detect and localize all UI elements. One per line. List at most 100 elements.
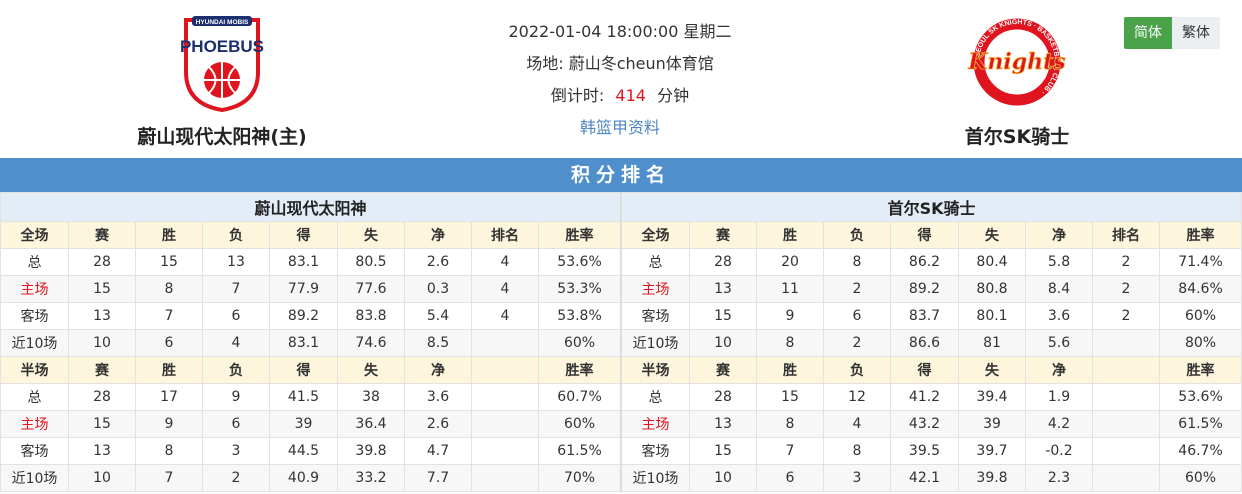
column-header: 净 xyxy=(1025,356,1093,384)
table-row: 客场 13 7 6 89.2 83.8 5.4 4 53.8% xyxy=(0,302,622,330)
table-row: 客场 13 8 3 44.5 39.8 4.7 61.5% xyxy=(0,437,622,465)
row-label: 客场 xyxy=(0,302,69,330)
logo-word: PHOEBUS xyxy=(180,37,264,56)
table-cell: 1.9 xyxy=(1025,383,1093,411)
table-cell: 41.2 xyxy=(890,383,959,411)
table-cell: 39.8 xyxy=(958,464,1026,492)
table-cell: 6 xyxy=(756,464,824,492)
table-team-row: 蔚山现代太阳神 xyxy=(0,192,622,222)
table-cell: 46.7% xyxy=(1158,437,1242,465)
standings-table: 首尔SK骑士 全场赛胜负得失净排名 胜率总 28 20 8 86.2 80.4 5.8 2 71.4… xyxy=(620,192,1242,492)
table-cell: 12 xyxy=(823,383,891,411)
table-cell: 60% xyxy=(537,329,622,357)
table-cell: 15 xyxy=(689,437,757,465)
table-cell: 80.8 xyxy=(958,275,1026,303)
table-row: 近10场 10 6 4 83.1 74.6 8.5 60% xyxy=(0,329,622,357)
table-cell: 8 xyxy=(756,329,824,357)
table-cell: 28 xyxy=(68,383,136,411)
column-header: 胜 xyxy=(135,356,203,384)
table-cell: 4.7 xyxy=(404,437,472,465)
table-cell: 8 xyxy=(135,437,203,465)
row-label: 主场 xyxy=(621,410,690,438)
home-team-name[interactable]: 蔚山现代太阳神(主) xyxy=(92,122,352,149)
home-team-logo[interactable]: HYUNDAI MOBIS PHOEBUS xyxy=(92,12,352,112)
table-row: 总 28 17 9 41.5 38 3.6 60.7% xyxy=(0,383,622,411)
table-cell: 6 xyxy=(202,302,270,330)
table-cell: 40.9 xyxy=(269,464,338,492)
table-cell: 60% xyxy=(1158,464,1242,492)
table-cell: 61.5% xyxy=(1158,410,1242,438)
match-datetime: 2022-01-04 18:00:00 星期二 xyxy=(508,22,732,41)
league-info-link[interactable]: 韩篮甲资料 xyxy=(420,112,820,144)
table-cell: 61.5% xyxy=(537,437,622,465)
countdown-unit: 分钟 xyxy=(657,86,690,105)
column-header: 负 xyxy=(202,356,270,384)
column-header xyxy=(1092,356,1160,384)
table-cell: 10 xyxy=(689,464,757,492)
table-cell: 2 xyxy=(1092,275,1160,303)
column-header: 胜 xyxy=(756,221,824,249)
table-row: 主场 13 11 2 89.2 80.8 8.4 2 84.6% xyxy=(621,275,1242,303)
table-cell: 80.1 xyxy=(958,302,1026,330)
row-label: 近10场 xyxy=(621,464,690,492)
table-cell: 83.8 xyxy=(337,302,405,330)
column-header: 得 xyxy=(269,356,338,384)
table-cell: 7 xyxy=(202,275,270,303)
simplified-chinese-button[interactable]: 简体 xyxy=(1124,17,1172,49)
column-header: 净 xyxy=(404,356,472,384)
table-row: 主场 13 8 4 43.2 39 4.2 61.5% xyxy=(621,410,1242,438)
table-cell: 15 xyxy=(756,383,824,411)
row-label: 总 xyxy=(0,248,69,276)
column-header: 得 xyxy=(269,221,338,249)
table-cell: 8.4 xyxy=(1025,275,1093,303)
column-header: 胜 xyxy=(756,356,824,384)
table-cell: 5.8 xyxy=(1025,248,1093,276)
row-label: 近10场 xyxy=(621,329,690,357)
away-standings: 首尔SK骑士 全场赛胜负得失净排名 胜率总 28 20 8 86.2 80.4 5.8 2 71.4… xyxy=(620,192,1242,492)
venue-name: 蔚山冬cheun体育馆 xyxy=(568,54,714,73)
table-cell: 53.3% xyxy=(537,275,622,303)
column-header: 赛 xyxy=(68,221,136,249)
table-cell: 9 xyxy=(756,302,824,330)
table-cell: 2.3 xyxy=(1025,464,1093,492)
table-cell: 3 xyxy=(202,437,270,465)
table-cell: 6 xyxy=(135,329,203,357)
table-cell: 2 xyxy=(1092,302,1160,330)
table-cell xyxy=(1092,329,1160,357)
table-row: 近10场 10 8 2 86.6 81 5.6 80% xyxy=(621,329,1242,357)
table-cell: 74.6 xyxy=(337,329,405,357)
countdown-line: 倒计时: 414 分钟 xyxy=(420,80,820,112)
row-label: 客场 xyxy=(0,437,69,465)
table-cell: 2 xyxy=(1092,248,1160,276)
table-cell: 15 xyxy=(68,410,136,438)
column-header: 失 xyxy=(958,356,1026,384)
table-cell: 9 xyxy=(135,410,203,438)
table-cell: 2 xyxy=(823,329,891,357)
table-team-name: 首尔SK骑士 xyxy=(620,192,1242,222)
table-cell xyxy=(471,437,539,465)
table-cell xyxy=(471,464,539,492)
table-cell: 70% xyxy=(537,464,622,492)
table-cell xyxy=(1092,410,1160,438)
table-cell: 4 xyxy=(202,329,270,357)
standings-banner: 积分排名 xyxy=(0,158,1242,192)
table-cell: 89.2 xyxy=(890,275,959,303)
table-cell: 2 xyxy=(823,275,891,303)
traditional-chinese-button[interactable]: 繁体 xyxy=(1172,17,1220,49)
table-cell: 11 xyxy=(756,275,824,303)
table-cell: 83.7 xyxy=(890,302,959,330)
table-cell: 60% xyxy=(537,410,622,438)
table-cell: 9 xyxy=(202,383,270,411)
row-label: 主场 xyxy=(0,410,69,438)
column-header: 失 xyxy=(337,356,405,384)
away-team-logo[interactable]: SEOUL SK KNIGHTS · BASKETBALL CLUB · Kni… xyxy=(887,12,1147,112)
table-row: 总 28 20 8 86.2 80.4 5.8 2 71.4% xyxy=(621,248,1242,276)
countdown-label: 倒计时: xyxy=(550,86,605,105)
table-cell: 5.4 xyxy=(404,302,472,330)
column-header: 净 xyxy=(1025,221,1093,249)
row-label: 主场 xyxy=(621,275,690,303)
table-cell: 71.4% xyxy=(1158,248,1242,276)
table-team-row: 首尔SK骑士 xyxy=(620,192,1242,222)
away-team-name[interactable]: 首尔SK骑士 xyxy=(887,122,1147,149)
row-label: 近10场 xyxy=(0,329,69,357)
